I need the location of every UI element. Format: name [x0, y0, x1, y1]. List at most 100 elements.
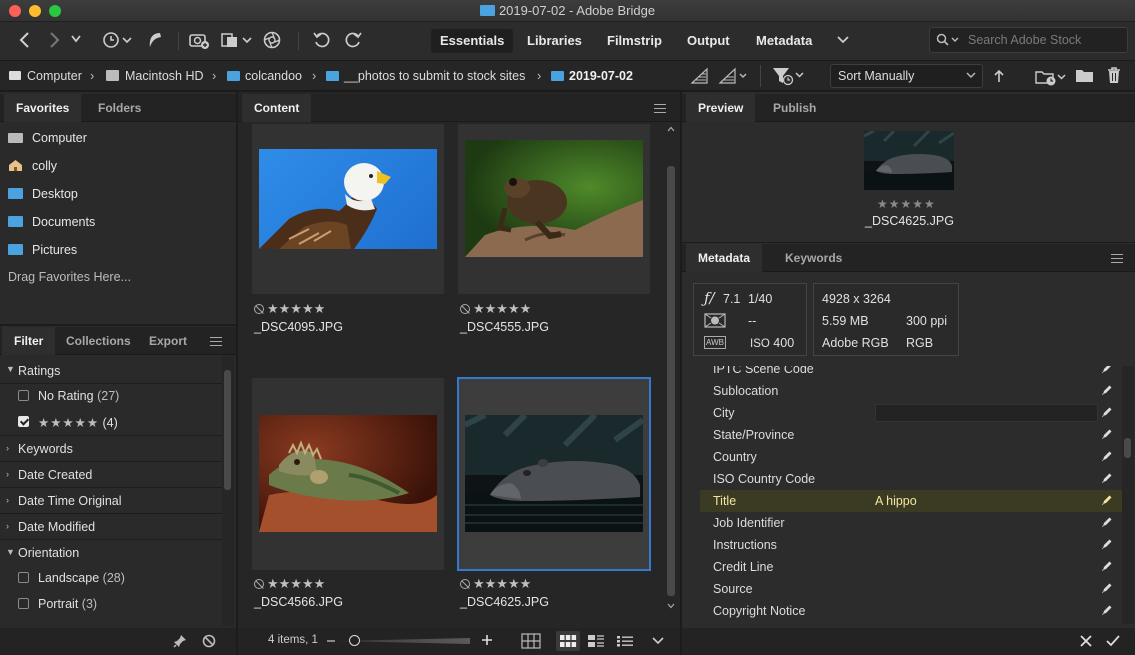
breadcrumb-macintosh-hd[interactable]: Macintosh HD [106, 69, 204, 83]
view-as-details-icon[interactable] [587, 634, 605, 648]
thumbnail-rating[interactable]: ★★★★★ [254, 301, 325, 317]
metadata-row[interactable]: State/Province [700, 424, 1122, 446]
content-scrollbar[interactable] [664, 124, 678, 614]
thumbnail-size-slider-handle[interactable] [349, 635, 360, 646]
edit-pencil-icon[interactable] [1101, 538, 1113, 550]
favorite-item-documents[interactable]: Documents [8, 212, 95, 232]
metadata-row-city[interactable]: City [700, 402, 1122, 424]
preview-image-hippo[interactable] [864, 131, 954, 190]
workspace-tab-metadata[interactable]: Metadata [747, 29, 821, 53]
edit-pencil-icon[interactable] [1101, 450, 1113, 462]
workspace-tab-essentials[interactable]: Essentials [431, 29, 514, 53]
thumbnail-cell-selected[interactable] [457, 377, 651, 571]
edit-pencil-icon[interactable] [1101, 472, 1113, 484]
view-as-thumbnails-button[interactable] [556, 631, 580, 651]
panel-menu-icon[interactable] [210, 337, 222, 346]
search-field[interactable] [929, 27, 1128, 53]
photo-downloader-icon[interactable] [262, 30, 282, 50]
thumbnail-cell[interactable] [252, 124, 444, 294]
view-options-chevron-icon[interactable] [652, 636, 664, 646]
sort-dropdown[interactable]: Sort Manually [830, 64, 983, 88]
recent-history-icon[interactable] [101, 30, 135, 50]
metadata-row[interactable]: Sublocation [700, 380, 1122, 402]
metadata-row[interactable]: IPTC Scene Code [700, 366, 1122, 380]
metadata-row[interactable]: Instructions [700, 534, 1122, 556]
workspace-tab-filmstrip[interactable]: Filmstrip [598, 29, 671, 53]
pin-icon[interactable] [173, 634, 187, 648]
camera-import-icon[interactable] [188, 30, 210, 50]
zoom-out-icon[interactable] [326, 634, 336, 648]
forward-arrow-icon[interactable] [47, 30, 61, 50]
filter-section-date-modified[interactable]: › Date Modified [0, 514, 222, 540]
breadcrumb-colcandoo[interactable]: colcandoo [227, 69, 302, 83]
metadata-row[interactable]: ISO Country Code [700, 468, 1122, 490]
thumbnail-filename[interactable]: _DSC4555.JPG [460, 320, 549, 334]
thumbnail-cell[interactable] [252, 378, 444, 570]
new-folder-icon[interactable] [1075, 68, 1095, 84]
thumbnail-rating[interactable]: ★★★★★ [460, 576, 531, 592]
tab-export[interactable]: Export [137, 327, 199, 355]
tab-content[interactable]: Content [242, 94, 312, 122]
reject-icon[interactable] [254, 304, 264, 314]
filter-section-orientation[interactable]: ▼ Orientation [0, 540, 222, 566]
scroll-down-arrow-icon[interactable] [667, 603, 675, 609]
preview-rating[interactable]: ★★★★★ [877, 197, 936, 211]
edit-pencil-icon[interactable] [1101, 494, 1113, 506]
checkbox[interactable] [18, 390, 29, 401]
edit-pencil-icon[interactable] [1101, 406, 1113, 418]
favorite-item-colly[interactable]: colly [8, 156, 57, 176]
filter-scrollbar[interactable] [222, 356, 234, 626]
thumbnail-quality-icon[interactable] [690, 67, 710, 85]
open-recent-icon[interactable] [1034, 67, 1070, 87]
workspace-tab-libraries[interactable]: Libraries [518, 29, 591, 53]
filter-section-date-created[interactable]: › Date Created [0, 462, 222, 488]
breadcrumb-current-folder[interactable]: 2019-07-02 [551, 69, 633, 83]
metadata-row[interactable]: Credit Line [700, 556, 1122, 578]
rotate-left-icon[interactable] [312, 30, 332, 50]
metadata-row[interactable]: Copyright Notice [700, 600, 1122, 622]
filter-items-icon[interactable] [771, 65, 807, 87]
apply-edit-checkmark-icon[interactable] [1106, 634, 1120, 648]
edit-pencil-icon[interactable] [1101, 516, 1113, 528]
thumbnail-rating[interactable]: ★★★★★ [460, 301, 531, 317]
filter-section-keywords[interactable]: › Keywords [0, 436, 222, 462]
checkbox[interactable] [18, 598, 29, 609]
search-input[interactable] [968, 32, 1118, 48]
chevron-down-icon[interactable] [70, 32, 82, 46]
metadata-row[interactable]: Country [700, 446, 1122, 468]
zoom-in-icon[interactable] [480, 633, 494, 647]
tab-folders[interactable]: Folders [86, 94, 153, 122]
thumbnail-filename[interactable]: _DSC4566.JPG [254, 595, 343, 609]
boomerang-icon[interactable] [146, 30, 164, 50]
refine-icon[interactable] [220, 30, 254, 50]
tab-keywords[interactable]: Keywords [773, 244, 854, 272]
edit-pencil-icon[interactable] [1101, 384, 1113, 396]
tab-preview[interactable]: Preview [686, 94, 756, 122]
workspace-tab-output[interactable]: Output [678, 29, 739, 53]
title-value[interactable]: A hippo [875, 494, 917, 508]
favorite-item-desktop[interactable]: Desktop [8, 184, 78, 204]
reject-icon[interactable] [460, 304, 470, 314]
thumbnail-filename[interactable]: _DSC4625.JPG [460, 595, 549, 609]
tab-publish[interactable]: Publish [761, 94, 828, 122]
thumbnail-rating[interactable]: ★★★★★ [254, 576, 325, 592]
panel-menu-icon[interactable] [1111, 254, 1123, 263]
favorite-item-computer[interactable]: Computer [8, 128, 87, 148]
edit-pencil-icon[interactable] [1101, 428, 1113, 440]
filter-option-portrait[interactable]: Portrait (3) [0, 593, 222, 615]
clear-filter-icon[interactable] [202, 634, 216, 648]
scroll-up-arrow-icon[interactable] [667, 126, 675, 132]
tab-filter[interactable]: Filter [2, 327, 56, 355]
tab-favorites[interactable]: Favorites [4, 94, 82, 122]
favorite-item-pictures[interactable]: Pictures [8, 240, 77, 260]
metadata-row-title[interactable]: Title A hippo [700, 490, 1122, 512]
metadata-row[interactable]: Source [700, 578, 1122, 600]
filter-scrollbar-thumb[interactable] [224, 370, 231, 490]
rating-filter-icon[interactable] [718, 67, 750, 85]
edit-pencil-icon[interactable] [1101, 604, 1113, 616]
edit-pencil-icon[interactable] [1101, 560, 1113, 572]
metadata-scrollbar[interactable] [1122, 366, 1134, 624]
filter-section-date-time-original[interactable]: › Date Time Original [0, 488, 222, 514]
content-scrollbar-thumb[interactable] [667, 166, 675, 596]
reject-icon[interactable] [460, 579, 470, 589]
